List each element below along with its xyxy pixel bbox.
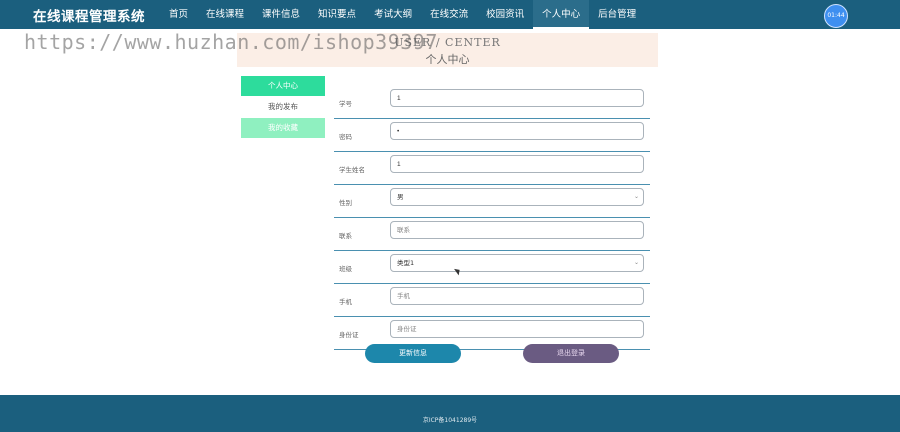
nav-exam-syllabus[interactable]: 考试大纲 <box>365 0 421 29</box>
form-row-gender: 性别 男 ⌄ <box>334 185 650 218</box>
student-id-label: 学号 <box>339 100 352 108</box>
student-name-label: 学生姓名 <box>339 166 365 174</box>
gender-select[interactable]: 男 ⌄ <box>390 188 644 206</box>
form-row-student-name: 学生姓名 <box>334 152 650 185</box>
user-sidebar: 个人中心 我的发布 我的收藏 <box>241 76 325 139</box>
form-row-student-id: 学号 <box>334 86 650 119</box>
phone-label: 手机 <box>339 298 352 306</box>
phone-input[interactable] <box>390 287 644 305</box>
form-row-contact: 联系 <box>334 218 650 251</box>
page-footer: 京ICP备1041289号 <box>0 395 900 432</box>
form-row-class: 班级 类型1 ⌄ <box>334 251 650 284</box>
password-label: 密码 <box>339 133 352 141</box>
clock-badge: 01:44 <box>824 4 848 28</box>
profile-form: 学号 密码 学生姓名 性别 男 ⌄ 联系 班级 类型1 ⌄ 手机 身份证 <box>334 86 650 350</box>
contact-label: 联系 <box>339 232 352 240</box>
nav-online-forum[interactable]: 在线交流 <box>421 0 477 29</box>
student-name-input[interactable] <box>390 155 644 173</box>
sidebar-item-my-favorites[interactable]: 我的收藏 <box>241 118 325 138</box>
nav-user-center[interactable]: 个人中心 <box>533 0 590 29</box>
form-row-password: 密码 <box>334 119 650 152</box>
student-id-input[interactable] <box>390 89 644 107</box>
gender-value: 男 <box>397 193 404 201</box>
sidebar-item-user-center[interactable]: 个人中心 <box>241 76 325 96</box>
nav-home[interactable]: 首页 <box>160 0 197 29</box>
class-select[interactable]: 类型1 ⌄ <box>390 254 644 272</box>
form-row-phone: 手机 <box>334 284 650 317</box>
watermark-text: https://www.huzhan.com/ishop39397 <box>24 30 438 54</box>
footer-icp-text: 京ICP备1041289号 <box>422 417 478 424</box>
nav-campus-news[interactable]: 校园资讯 <box>477 0 533 29</box>
top-nav-bar: 在线课程管理系统 首页 在线课程 课件信息 知识要点 考试大纲 在线交流 校园资… <box>0 0 900 29</box>
id-card-input[interactable] <box>390 320 644 338</box>
chevron-down-icon: ⌄ <box>633 193 639 200</box>
password-input[interactable] <box>390 122 644 140</box>
chevron-down-icon: ⌄ <box>633 259 639 266</box>
nav-knowledge-points[interactable]: 知识要点 <box>309 0 365 29</box>
nav-courseware[interactable]: 课件信息 <box>253 0 309 29</box>
site-brand[interactable]: 在线课程管理系统 <box>33 5 145 25</box>
contact-input[interactable] <box>390 221 644 239</box>
logout-button[interactable]: 退出登录 <box>523 344 619 363</box>
id-card-label: 身份证 <box>339 331 359 339</box>
sidebar-item-my-posts[interactable]: 我的发布 <box>241 97 325 117</box>
main-nav: 首页 在线课程 课件信息 知识要点 考试大纲 在线交流 校园资讯 个人中心 后台… <box>160 0 645 29</box>
gender-label: 性别 <box>339 199 352 207</box>
class-value: 类型1 <box>397 259 415 267</box>
nav-online-courses[interactable]: 在线课程 <box>197 0 253 29</box>
nav-admin[interactable]: 后台管理 <box>589 0 645 29</box>
update-info-button[interactable]: 更新信息 <box>365 344 461 363</box>
class-label: 班级 <box>339 265 352 273</box>
